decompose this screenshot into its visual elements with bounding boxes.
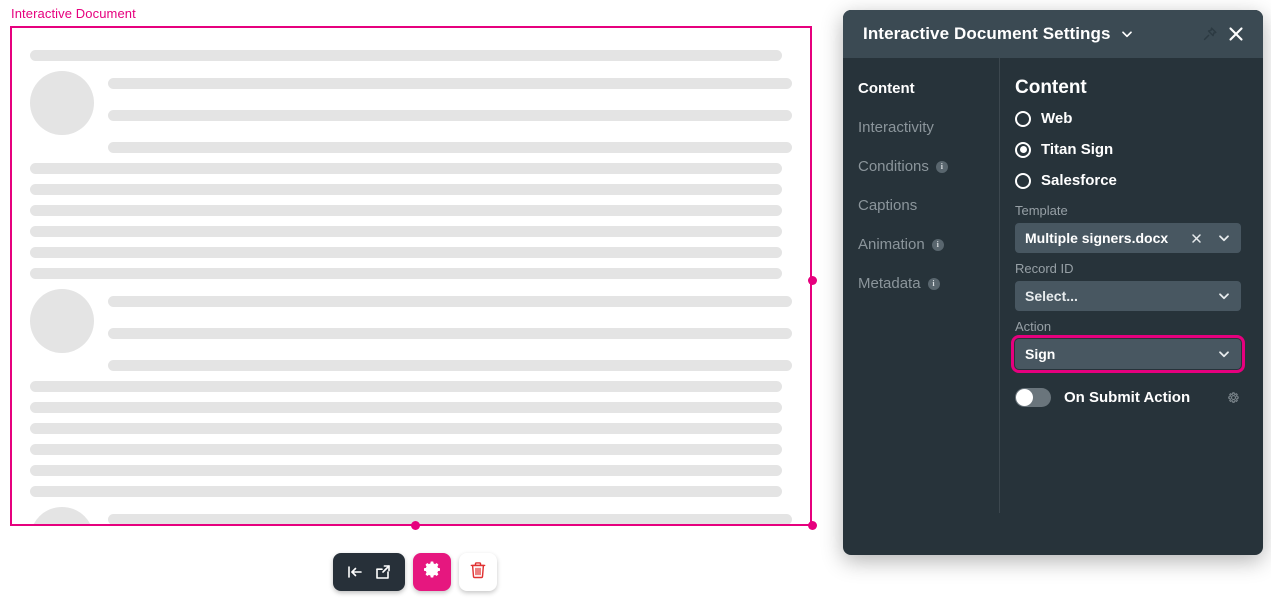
template-label: Template <box>1015 203 1241 218</box>
interactive-document-element[interactable] <box>10 26 812 526</box>
radio-icon <box>1015 111 1031 127</box>
skeleton-bar <box>30 247 782 258</box>
skeleton-lines <box>108 507 792 526</box>
radio-option-web[interactable]: Web <box>1015 110 1241 127</box>
indent-left-icon[interactable] <box>344 561 366 583</box>
resize-handle-right[interactable] <box>808 276 817 285</box>
skeleton-avatar-group <box>30 71 792 153</box>
skeleton-bar <box>108 110 792 121</box>
nav-item-content[interactable]: Content <box>858 80 999 98</box>
radio-icon-selected <box>1015 142 1031 158</box>
skeleton-avatar-group <box>30 289 792 371</box>
settings-button[interactable] <box>413 553 451 591</box>
skeleton-bar <box>30 205 782 216</box>
radio-label: Web <box>1041 110 1072 127</box>
chevron-down-icon[interactable] <box>1217 289 1231 303</box>
pin-icon[interactable] <box>1197 21 1223 47</box>
on-submit-action-toggle[interactable] <box>1015 388 1051 407</box>
panel-body: Content Interactivity Conditions i Capti… <box>843 58 1263 555</box>
nav-item-label: Captions <box>858 197 917 215</box>
document-canvas: Interactive Document <box>0 0 843 599</box>
skeleton-bar <box>30 226 782 237</box>
resize-handle-corner[interactable] <box>808 521 817 530</box>
radio-label: Titan Sign <box>1041 141 1113 158</box>
nav-item-label: Interactivity <box>858 119 934 137</box>
skeleton-bar <box>108 296 792 307</box>
settings-panel: Interactive Document Settings Content <box>843 10 1263 555</box>
action-select[interactable]: Sign <box>1015 339 1241 369</box>
nav-item-captions[interactable]: Captions <box>858 197 999 215</box>
skeleton-avatar <box>30 289 94 353</box>
nav-item-conditions[interactable]: Conditions i <box>858 158 999 176</box>
radio-option-salesforce[interactable]: Salesforce <box>1015 172 1241 189</box>
skeleton-bar <box>108 142 792 153</box>
panel-content: Content Web Titan Sign Salesforce Templa… <box>1000 58 1263 555</box>
template-value: Multiple signers.docx <box>1025 230 1190 246</box>
info-icon[interactable]: i <box>936 161 948 173</box>
skeleton-bar <box>30 381 782 392</box>
close-icon[interactable] <box>1223 21 1249 47</box>
nav-item-label: Animation <box>858 236 925 254</box>
skeleton-avatar <box>30 507 94 526</box>
nav-item-animation[interactable]: Animation i <box>858 236 999 254</box>
nav-item-label: Content <box>858 80 915 98</box>
panel-header: Interactive Document Settings <box>843 10 1263 58</box>
toolbar-pill <box>333 553 405 591</box>
skeleton-bar <box>30 268 782 279</box>
chevron-down-icon[interactable] <box>1217 347 1231 361</box>
record-id-label: Record ID <box>1015 261 1241 276</box>
skeleton-avatar <box>30 71 94 135</box>
template-select[interactable]: Multiple signers.docx <box>1015 223 1241 253</box>
panel-nav: Content Interactivity Conditions i Capti… <box>843 58 1000 513</box>
nav-item-label: Metadata <box>858 275 921 293</box>
skeleton-bar <box>108 514 792 525</box>
skeleton-lines <box>108 71 792 153</box>
gear-icon[interactable] <box>1226 390 1241 405</box>
chevron-down-icon[interactable] <box>1120 27 1134 41</box>
nav-item-label: Conditions <box>858 158 929 176</box>
action-label: Action <box>1015 319 1241 334</box>
action-value: Sign <box>1025 346 1217 362</box>
radio-label: Salesforce <box>1041 172 1117 189</box>
skeleton-lines <box>108 289 792 371</box>
close-icon[interactable] <box>1190 232 1203 245</box>
on-submit-action-label: On Submit Action <box>1064 389 1213 406</box>
skeleton-bar <box>30 163 782 174</box>
radio-icon <box>1015 173 1031 189</box>
gear-icon <box>422 559 443 585</box>
skeleton-bar <box>30 486 782 497</box>
panel-title: Interactive Document Settings <box>863 24 1111 44</box>
skeleton-bar <box>108 78 792 89</box>
skeleton-bar <box>30 402 782 413</box>
skeleton-bar <box>30 465 782 476</box>
skeleton-bar <box>108 360 792 371</box>
on-submit-action-row: On Submit Action <box>1015 388 1241 407</box>
skeleton-bar <box>30 50 782 61</box>
info-icon[interactable]: i <box>928 278 940 290</box>
record-id-select[interactable]: Select... <box>1015 281 1241 311</box>
record-id-value: Select... <box>1025 288 1217 304</box>
chevron-down-icon[interactable] <box>1217 231 1231 245</box>
nav-item-interactivity[interactable]: Interactivity <box>858 119 999 137</box>
document-skeleton <box>12 28 810 524</box>
delete-button[interactable] <box>459 553 497 591</box>
selection-label: Interactive Document <box>11 6 136 21</box>
open-in-new-icon[interactable] <box>372 561 394 583</box>
resize-handle-bottom[interactable] <box>411 521 420 530</box>
radio-option-titan-sign[interactable]: Titan Sign <box>1015 141 1241 158</box>
trash-icon <box>468 560 488 585</box>
skeleton-bar <box>108 328 792 339</box>
skeleton-bar <box>30 184 782 195</box>
element-toolbar <box>333 553 497 591</box>
content-heading: Content <box>1015 77 1241 99</box>
skeleton-bar <box>30 444 782 455</box>
nav-item-metadata[interactable]: Metadata i <box>858 275 999 293</box>
info-icon[interactable]: i <box>932 239 944 251</box>
skeleton-bar <box>30 423 782 434</box>
